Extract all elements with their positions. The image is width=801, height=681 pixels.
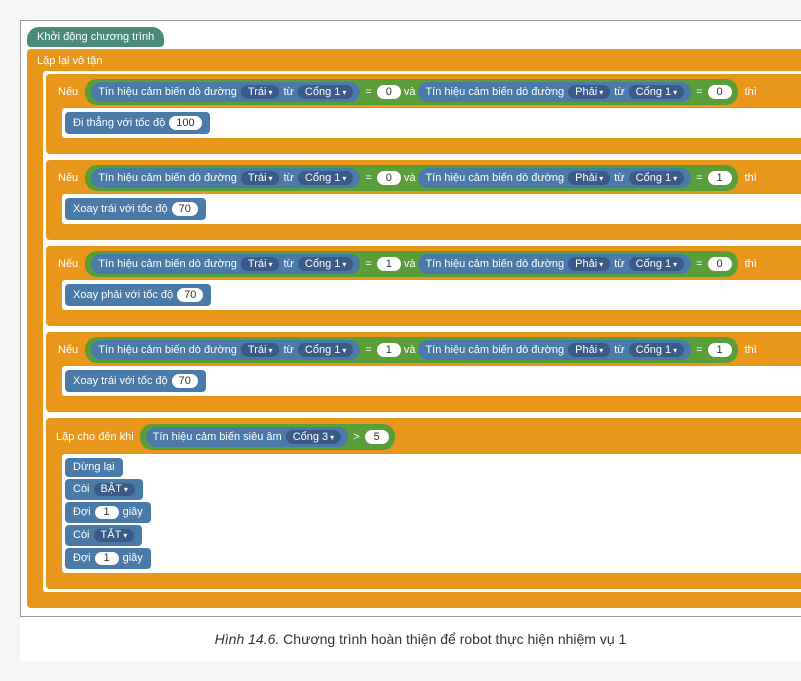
sensor-right-1[interactable]: Tín hiệu cảm biến dò đường Phải từ Cổng … (418, 82, 691, 102)
until-cond[interactable]: Tín hiệu cảm biến siêu âm Cổng 3 > 5 (140, 424, 395, 450)
hat-block[interactable]: Khởi động chương trình (27, 27, 164, 47)
sensor-left-1[interactable]: Tín hiệu cảm biến dò đường Trái từ Cổng … (91, 82, 360, 102)
if-label: Nếu (54, 85, 82, 99)
action-2[interactable]: Xoay trái với tốc độ 70 (65, 198, 206, 220)
val-r1[interactable]: 0 (708, 85, 732, 99)
val-l1[interactable]: 0 (377, 85, 401, 99)
if-block-2[interactable]: Nếu Tín hiệu cảm biến dò đường Trái từ C… (46, 160, 801, 240)
ultrasonic[interactable]: Tín hiệu cảm biến siêu âm Cổng 3 (146, 427, 349, 447)
action-4[interactable]: Xoay trái với tốc độ 70 (65, 370, 206, 392)
stop-stmt[interactable]: Dừng lại (65, 458, 123, 477)
if-block-1[interactable]: Nếu Tín hiệu cảm biến dò đường Trái từ C… (46, 74, 801, 154)
forever-label: Lặp lại vô tận (37, 55, 102, 67)
caption: Hình 14.6. Chương trình hoàn thiện để ro… (20, 617, 801, 661)
repeat-until[interactable]: Lặp cho đến khi Tín hiệu cảm biến siêu â… (46, 418, 801, 589)
threshold[interactable]: 5 (365, 430, 389, 444)
buzzer-off[interactable]: Còi TẮT (65, 525, 142, 546)
forever-loop[interactable]: Lặp lại vô tận Nếu Tín hiệu cảm biến dò … (27, 49, 801, 608)
if-block-4[interactable]: Nếu Tín hiệu cảm biến dò đường Trái từ C… (46, 332, 801, 412)
buzzer-on[interactable]: Còi BẬT (65, 479, 143, 500)
dd-right[interactable]: Phải (568, 85, 610, 99)
wait-2[interactable]: Đợi 1 giây (65, 548, 151, 569)
action-1[interactable]: Đi thẳng với tốc độ 100 (65, 112, 210, 134)
action-3[interactable]: Xoay phải với tốc độ 70 (65, 284, 211, 306)
speed-1[interactable]: 100 (169, 116, 201, 130)
bool-2[interactable]: Tín hiệu cảm biến dò đường Trái từ Cổng … (85, 165, 737, 191)
hat-label: Khởi động chương trình (37, 31, 154, 43)
wait-1[interactable]: Đợi 1 giây (65, 502, 151, 523)
dd-port-r1[interactable]: Cổng 1 (629, 85, 685, 99)
until-label: Lặp cho đến khi (56, 431, 134, 443)
bool-4[interactable]: Tín hiệu cảm biến dò đường Trái từ Cổng … (85, 337, 737, 363)
bool-3[interactable]: Tín hiệu cảm biến dò đường Trái từ Cổng … (85, 251, 737, 277)
if-block-3[interactable]: Nếu Tín hiệu cảm biến dò đường Trái từ C… (46, 246, 801, 326)
dd-port-l1[interactable]: Cổng 1 (298, 85, 354, 99)
bool-1[interactable]: Tín hiệu cảm biến dò đường Trái từ Cổng … (85, 79, 737, 105)
dd-left[interactable]: Trái (241, 85, 280, 99)
then-label: thì (741, 85, 761, 99)
